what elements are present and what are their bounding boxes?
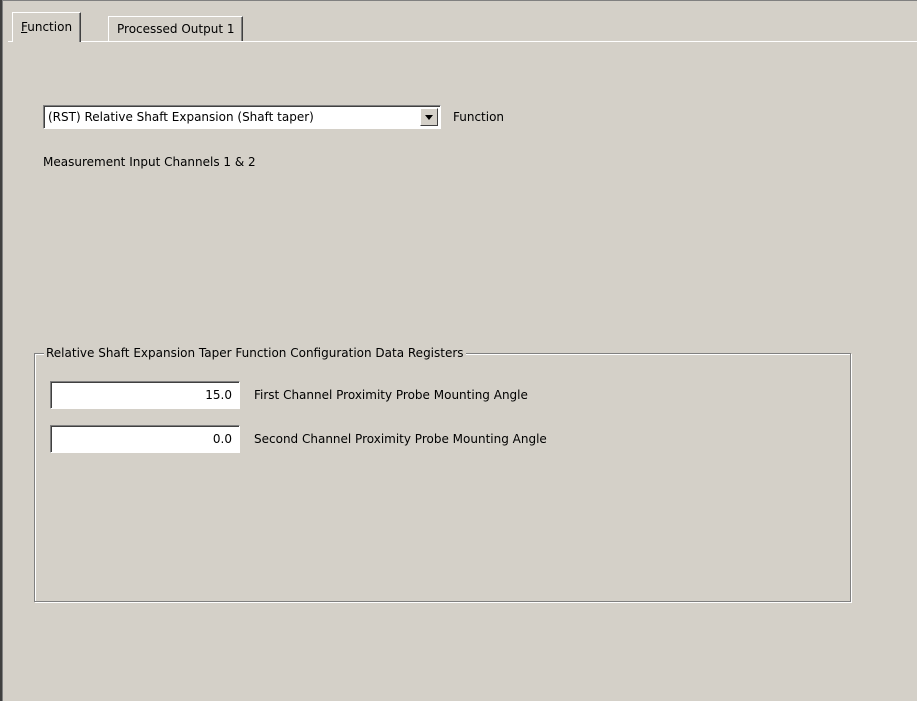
tab-body-top-edge (8, 41, 917, 42)
measurement-channels-text: Measurement Input Channels 1 & 2 (43, 155, 256, 169)
config-registers-title: Relative Shaft Expansion Taper Function … (44, 346, 466, 360)
tab-function[interactable]: Function (12, 12, 82, 42)
first-channel-angle-field[interactable]: 15.0 (50, 381, 240, 409)
tab-processed-output-1[interactable]: Processed Output 1 (108, 16, 244, 42)
first-channel-angle-label: First Channel Proximity Probe Mounting A… (254, 388, 528, 402)
function-dropdown[interactable]: (RST) Relative Shaft Expansion (Shaft ta… (43, 105, 441, 129)
second-channel-angle-label: Second Channel Proximity Probe Mounting … (254, 432, 547, 446)
function-dropdown-value: (RST) Relative Shaft Expansion (Shaft ta… (48, 110, 314, 124)
tab-processed-output-label: Processed Output 1 (117, 22, 235, 36)
tab-strip: Function Processed Output 1 (8, 8, 917, 44)
function-label: Function (453, 110, 505, 124)
chevron-down-icon (425, 115, 433, 120)
tab-function-label-rest: unction (27, 20, 73, 34)
function-properties-panel: Function Processed Output 1 (RST) Relati… (0, 0, 917, 701)
function-dropdown-button[interactable] (420, 108, 438, 126)
window-left-border-inner (2, 0, 3, 701)
second-channel-angle-field[interactable]: 0.0 (50, 425, 240, 453)
window-top-border (0, 0, 917, 1)
